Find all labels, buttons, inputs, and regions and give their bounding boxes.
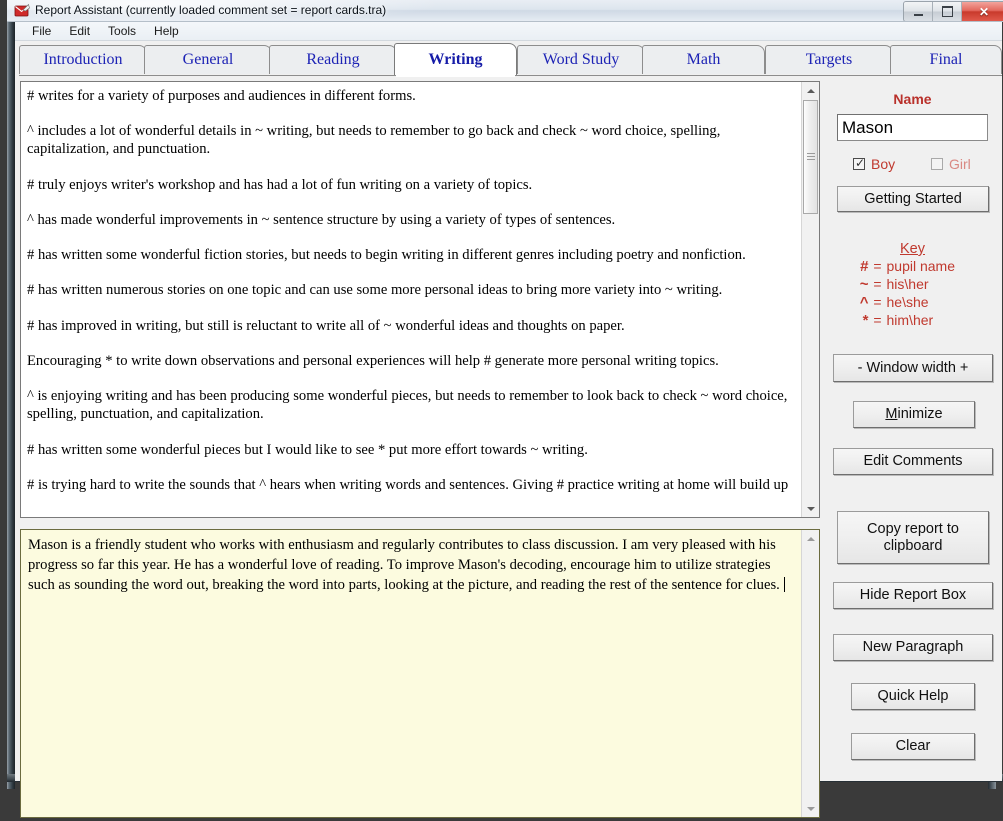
menu-item-help[interactable]: Help bbox=[145, 23, 188, 40]
tab-writing[interactable]: Writing bbox=[394, 43, 517, 75]
hide-report-box-button[interactable]: Hide Report Box bbox=[833, 582, 993, 609]
clear-button[interactable]: Clear bbox=[851, 733, 975, 760]
key-symbol: ^ bbox=[847, 294, 869, 311]
chevron-down-icon bbox=[807, 807, 815, 811]
tab-general[interactable]: General bbox=[144, 45, 272, 74]
tab-reading[interactable]: Reading bbox=[269, 45, 397, 74]
menu-item-edit[interactable]: Edit bbox=[60, 23, 99, 40]
boy-label: Boy bbox=[871, 156, 895, 172]
report-scroll-up-button[interactable] bbox=[802, 530, 819, 547]
active-tab-baseline-mask bbox=[396, 75, 515, 77]
client-area: Introduction General Reading Writing Wor… bbox=[15, 41, 1002, 781]
name-label: Name bbox=[825, 91, 1000, 107]
scroll-grip-icon bbox=[807, 153, 815, 161]
minimize-accel-letter: M bbox=[885, 406, 897, 422]
minimize-icon bbox=[914, 14, 923, 16]
boy-checkbox[interactable]: ✓ Boy bbox=[853, 156, 895, 172]
tab-final[interactable]: Final bbox=[890, 45, 1002, 74]
girl-label: Girl bbox=[949, 156, 971, 172]
comment-list-viewport: # writes for a variety of purposes and a… bbox=[21, 82, 801, 517]
quick-help-button[interactable]: Quick Help bbox=[851, 683, 975, 710]
window-title: Report Assistant (currently loaded comme… bbox=[35, 3, 386, 17]
key-legend: Key # = pupil name ~ = his\her ^ = he\sh… bbox=[825, 241, 1000, 330]
key-symbol: * bbox=[847, 312, 869, 329]
window-width-button[interactable]: - Window width + bbox=[833, 354, 993, 382]
close-window-button[interactable]: ✕ bbox=[962, 2, 1003, 21]
key-row-he-she: ^ = he\she bbox=[825, 294, 1000, 311]
comment-item[interactable]: # writes for a variety of purposes and a… bbox=[27, 87, 795, 105]
tab-targets[interactable]: Targets bbox=[765, 45, 893, 74]
comment-item[interactable]: Encouraging * to write down observations… bbox=[27, 352, 795, 370]
copy-report-to-clipboard-button[interactable]: Copy report to clipboard bbox=[837, 511, 989, 564]
chevron-down-icon bbox=[807, 507, 815, 511]
comment-item[interactable]: # has written some wonderful fiction sto… bbox=[27, 246, 795, 264]
comment-item[interactable]: # is trying hard to write the sounds tha… bbox=[27, 476, 795, 494]
key-symbol: # bbox=[847, 258, 869, 275]
key-value: pupil name bbox=[887, 258, 979, 274]
key-row-pupil-name: # = pupil name bbox=[825, 258, 1000, 275]
chevron-up-icon bbox=[807, 89, 815, 93]
checkbox-checked-icon: ✓ bbox=[853, 158, 865, 170]
tab-strip: Introduction General Reading Writing Wor… bbox=[17, 43, 1000, 74]
comment-item[interactable]: # has written some wonderful pieces but … bbox=[27, 441, 795, 459]
comment-item[interactable]: # has written numerous stories on one to… bbox=[27, 281, 795, 299]
gender-selection: ✓ Boy Girl bbox=[825, 156, 1000, 176]
name-input[interactable]: Mason bbox=[837, 114, 988, 141]
report-scroll-down-button[interactable] bbox=[802, 800, 819, 817]
key-equals: = bbox=[869, 258, 887, 274]
comment-item[interactable]: # has improved in writing, but still is … bbox=[27, 317, 795, 335]
minimize-button-label: Minimize bbox=[885, 406, 942, 423]
window-controls: ✕ bbox=[903, 1, 1003, 22]
report-assistant-icon bbox=[14, 3, 30, 19]
getting-started-button[interactable]: Getting Started bbox=[837, 186, 989, 212]
key-equals: = bbox=[869, 276, 887, 292]
report-box-panel[interactable]: Mason is a friendly student who works wi… bbox=[20, 529, 820, 818]
comment-item[interactable]: ^ includes a lot of wonderful details in… bbox=[27, 122, 795, 158]
minimize-label-rest: inimize bbox=[897, 406, 942, 422]
tab-introduction[interactable]: Introduction bbox=[19, 45, 147, 74]
key-symbol: ~ bbox=[847, 276, 869, 293]
text-caret bbox=[784, 577, 785, 592]
comment-list-scrollbar[interactable] bbox=[801, 82, 819, 517]
comment-scroll-thumb[interactable] bbox=[803, 100, 818, 214]
key-title: Key bbox=[825, 241, 1000, 257]
maximize-icon bbox=[942, 6, 953, 17]
maximize-window-button[interactable] bbox=[933, 2, 962, 21]
comment-item[interactable]: ^ has made wonderful improvements in ~ s… bbox=[27, 211, 795, 229]
title-bar[interactable]: Report Assistant (currently loaded comme… bbox=[7, 0, 1003, 22]
report-box-viewport[interactable]: Mason is a friendly student who works wi… bbox=[21, 530, 801, 817]
comment-list-panel[interactable]: # writes for a variety of purposes and a… bbox=[20, 81, 820, 518]
key-row-his-her: ~ = his\her bbox=[825, 276, 1000, 293]
window-frame-left bbox=[7, 0, 15, 789]
minimize-button[interactable]: Minimize bbox=[853, 401, 975, 428]
key-row-him-her: * = him\her bbox=[825, 312, 1000, 329]
comment-scroll-down-button[interactable] bbox=[802, 500, 819, 517]
application-window: Report Assistant (currently loaded comme… bbox=[0, 0, 1003, 789]
report-text-value: Mason is a friendly student who works wi… bbox=[28, 537, 780, 593]
close-icon: ✕ bbox=[979, 6, 989, 18]
report-box-text[interactable]: Mason is a friendly student who works wi… bbox=[28, 535, 793, 595]
key-equals: = bbox=[869, 312, 887, 328]
sidebar: Name Mason ✓ Boy Girl Getting Started Ke… bbox=[825, 81, 1000, 821]
comment-item[interactable]: # truly enjoys writer's workshop and has… bbox=[27, 176, 795, 194]
chevron-up-icon bbox=[807, 537, 815, 541]
comment-scroll-up-button[interactable] bbox=[802, 82, 819, 99]
report-box-scrollbar[interactable] bbox=[801, 530, 819, 817]
girl-checkbox[interactable]: Girl bbox=[931, 156, 971, 172]
new-paragraph-button[interactable]: New Paragraph bbox=[833, 634, 993, 661]
tab-math[interactable]: Math bbox=[642, 45, 765, 74]
checkbox-unchecked-icon bbox=[931, 158, 943, 170]
menu-bar: File Edit Tools Help bbox=[15, 22, 1002, 41]
menu-item-file[interactable]: File bbox=[23, 23, 60, 40]
key-value: him\her bbox=[887, 312, 979, 328]
edit-comments-button[interactable]: Edit Comments bbox=[833, 448, 993, 475]
key-equals: = bbox=[869, 294, 887, 310]
minimize-window-button[interactable] bbox=[904, 2, 933, 21]
comment-item[interactable]: ^ is enjoying writing and has been produ… bbox=[27, 387, 795, 423]
key-value: his\her bbox=[887, 276, 979, 292]
tab-word-study[interactable]: Word Study bbox=[517, 45, 645, 74]
menu-item-tools[interactable]: Tools bbox=[99, 23, 145, 40]
key-value: he\she bbox=[887, 294, 979, 310]
